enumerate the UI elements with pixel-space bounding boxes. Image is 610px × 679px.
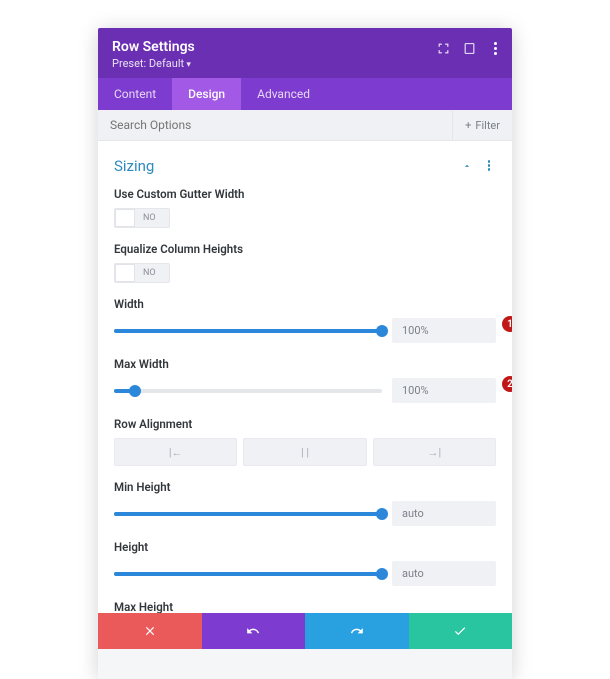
- save-button[interactable]: [409, 613, 513, 649]
- field-maxheight: Max Height none: [114, 600, 496, 613]
- field-label: Min Height: [114, 480, 496, 494]
- toggle-knob: [115, 209, 135, 227]
- section-title: Sizing: [114, 157, 154, 175]
- field-label: Max Width: [114, 357, 496, 371]
- width-value[interactable]: 100%: [392, 318, 496, 343]
- gutter-toggle[interactable]: NO: [114, 208, 170, 228]
- settings-panel: Row Settings Preset: Default Content Des…: [98, 28, 512, 679]
- filter-button[interactable]: + Filter: [452, 110, 512, 140]
- minheight-value[interactable]: auto: [392, 501, 496, 526]
- redo-button[interactable]: [305, 613, 409, 649]
- minheight-slider[interactable]: [114, 512, 382, 516]
- field-gutter: Use Custom Gutter Width NO: [114, 187, 496, 228]
- section-header[interactable]: Sizing: [114, 153, 496, 175]
- field-alignment: Row Alignment |← | | →|: [114, 417, 496, 466]
- field-label: Use Custom Gutter Width: [114, 187, 496, 201]
- scroll-area[interactable]: Sizing Use Custom Gutter Width NO Equali…: [98, 141, 512, 613]
- field-label: Height: [114, 540, 496, 554]
- width-slider[interactable]: [114, 329, 382, 333]
- tab-advanced[interactable]: Advanced: [241, 78, 326, 110]
- undo-button[interactable]: [202, 613, 306, 649]
- slider-thumb[interactable]: [129, 385, 141, 397]
- panel-header: Row Settings Preset: Default: [98, 28, 512, 78]
- toggle-state: NO: [143, 213, 156, 223]
- preset-selector[interactable]: Preset: Default: [112, 57, 498, 70]
- field-maxwidth: Max Width 100% 2: [114, 357, 496, 403]
- tab-content[interactable]: Content: [98, 78, 172, 110]
- maxwidth-value[interactable]: 100%: [392, 378, 496, 403]
- plus-icon: +: [465, 119, 471, 132]
- toggle-knob: [115, 264, 135, 282]
- align-center-button[interactable]: | |: [243, 438, 366, 466]
- maxwidth-slider[interactable]: [114, 389, 382, 393]
- more-icon[interactable]: [488, 41, 502, 55]
- toggle-state: NO: [143, 268, 156, 278]
- field-label: Row Alignment: [114, 417, 496, 431]
- responsive-icon[interactable]: [462, 41, 476, 55]
- filter-label: Filter: [475, 119, 500, 132]
- search-row: + Filter: [98, 110, 512, 141]
- height-value[interactable]: auto: [392, 561, 496, 586]
- field-equalize: Equalize Column Heights NO: [114, 242, 496, 283]
- field-label: Width: [114, 297, 496, 311]
- search-input[interactable]: [98, 110, 452, 140]
- collapse-icon[interactable]: [462, 156, 472, 175]
- tab-design[interactable]: Design: [172, 78, 241, 110]
- field-width: Width 100% 1: [114, 297, 496, 343]
- align-left-button[interactable]: |←: [114, 438, 237, 466]
- badge-1: 1: [502, 316, 512, 332]
- footer-actions: [98, 613, 512, 649]
- field-label: Max Height: [114, 600, 496, 613]
- section-more-icon[interactable]: [482, 159, 496, 173]
- slider-thumb[interactable]: [376, 568, 388, 580]
- sizing-section: Sizing Use Custom Gutter Width NO Equali…: [98, 141, 512, 613]
- badge-2: 2: [502, 376, 512, 392]
- equalize-toggle[interactable]: NO: [114, 263, 170, 283]
- field-minheight: Min Height auto: [114, 480, 496, 526]
- slider-thumb[interactable]: [376, 325, 388, 337]
- align-right-button[interactable]: →|: [373, 438, 496, 466]
- height-slider[interactable]: [114, 572, 382, 576]
- tab-bar: Content Design Advanced: [98, 78, 512, 110]
- close-button[interactable]: [98, 613, 202, 649]
- expand-icon[interactable]: [436, 41, 450, 55]
- slider-thumb[interactable]: [376, 508, 388, 520]
- field-label: Equalize Column Heights: [114, 242, 496, 256]
- field-height: Height auto: [114, 540, 496, 586]
